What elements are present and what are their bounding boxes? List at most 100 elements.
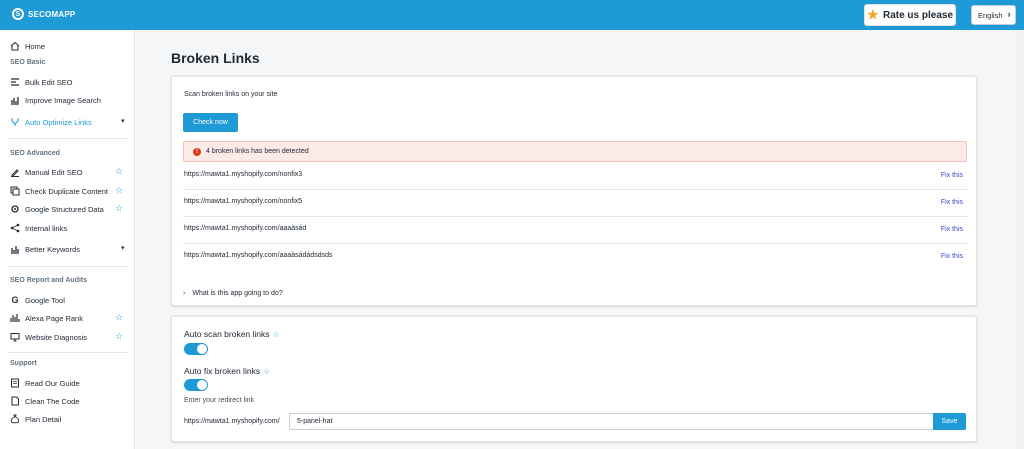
sidebar-item-label: Internal links (25, 223, 68, 233)
language-select[interactable]: English ⬍ (971, 5, 1016, 25)
brand: S SECOMAPP (12, 8, 75, 20)
sidebar-item-read-our-guide[interactable]: Read Our Guide (10, 376, 128, 390)
chevron-down-icon: ▾ (121, 245, 125, 252)
document-icon (10, 396, 20, 406)
scan-description: Scan broken links on your site (184, 91, 278, 98)
sidebar-section-title: SEO Report and Audits (10, 277, 88, 284)
select-caret-icon: ⬍ (1006, 12, 1012, 19)
language-value: English (978, 10, 1003, 20)
redirect-input[interactable]: 5-panel-hat (289, 413, 935, 430)
broken-link-url: https://mawta1.myshopify.com/nonfix3 (184, 171, 303, 178)
sidebar-section-title: SEO Advanced (10, 150, 60, 157)
auto-scan-label-row: Auto scan broken links ☆ (184, 329, 280, 339)
list-item: https://mawta1.myshopify.com/aaaàsádádsd… (183, 244, 967, 271)
fix-this-link[interactable]: Fix this (941, 226, 963, 233)
page-title: Broken Links (171, 50, 260, 66)
alert-text: 4 broken links has been detected (206, 148, 309, 155)
star-outline-icon[interactable]: ☆ (115, 203, 123, 213)
auto-fix-toggle[interactable] (184, 379, 208, 391)
sidebar-item-label: Website Diagnosis (25, 332, 87, 342)
sidebar-item-check-duplicate-content[interactable]: Check Duplicate Content ☆ (10, 184, 128, 198)
check-now-button[interactable]: Check now (183, 113, 238, 132)
sidebar-item-label: Alexa Page Rank (25, 313, 83, 323)
sidebar: Home SEO Basic Bulk Edit SEO Improve Ima… (0, 30, 135, 449)
sidebar-item-label: Better Keywords (25, 244, 81, 254)
sidebar-item-better-keywords[interactable]: Better Keywords ▾ (10, 242, 128, 256)
star-outline-icon: ☆ (263, 366, 271, 376)
toggle-knob (197, 380, 207, 390)
auto-scan-toggle[interactable] (184, 343, 208, 355)
sidebar-item-label: Auto Optimize Links (25, 117, 92, 127)
star-outline-icon[interactable]: ☆ (115, 166, 123, 176)
chevron-right-icon: › (183, 290, 186, 297)
gear-icon (10, 204, 20, 214)
sidebar-item-manual-edit-seo[interactable]: Manual Edit SEO ☆ (10, 165, 128, 179)
broken-link-url: https://mawta1.myshopify.com/aaaàsádádsd… (184, 252, 333, 259)
list-item: https://mawta1.myshopify.com/nonfix5 Fix… (183, 190, 967, 217)
rate-us-label: Rate us please (882, 9, 954, 21)
rank-icon (10, 313, 20, 323)
sidebar-item-alexa-page-rank[interactable]: Alexa Page Rank ☆ (10, 311, 128, 325)
sidebar-item-auto-optimize-links[interactable]: Auto Optimize Links ▾ (10, 115, 128, 129)
sidebar-item-plan-detail[interactable]: Plan Detail (10, 412, 128, 426)
brand-name: SECOMAPP (28, 9, 76, 19)
auto-fix-label-row: Auto fix broken links ☆ (184, 366, 270, 376)
pencil-icon (10, 167, 20, 177)
sidebar-item-clean-the-code[interactable]: Clean The Code (10, 394, 128, 408)
sidebar-item-improve-image-search[interactable]: Improve Image Search (10, 93, 128, 107)
sidebar-divider (8, 138, 128, 139)
list-item: https://mawta1.myshopify.com/nonfix3 Fix… (183, 163, 967, 190)
sidebar-item-label: Read Our Guide (25, 378, 80, 388)
chevron-down-icon: ▾ (121, 118, 125, 125)
redirect-prefix: https://mawta1.myshopify.com/ (184, 418, 280, 425)
top-bar: S SECOMAPP ★ Rate us please English ⬍ (0, 0, 1024, 30)
sidebar-item-internal-links[interactable]: Internal links (10, 221, 128, 235)
sidebar-item-label: Manual Edit SEO (25, 167, 83, 177)
fix-this-link[interactable]: Fix this (941, 172, 963, 179)
sidebar-item-label: Plan Detail (25, 414, 62, 424)
sidebar-item-label: Check Duplicate Content (25, 186, 108, 196)
fix-this-link[interactable]: Fix this (941, 253, 963, 260)
sidebar-item-website-diagnosis[interactable]: Website Diagnosis ☆ (10, 330, 128, 344)
auto-scan-label: Auto scan broken links (184, 329, 270, 339)
star-outline-icon: ☆ (272, 329, 280, 339)
guide-icon (10, 378, 20, 388)
settings-card: Auto scan broken links ☆ Auto fix broken… (171, 316, 977, 442)
sidebar-item-google-tool[interactable]: G Google Tool (10, 293, 128, 307)
brand-logo-icon: S (12, 8, 24, 20)
link-fork-icon (10, 117, 20, 127)
sidebar-item-label: Improve Image Search (25, 95, 101, 105)
sidebar-item-label: Google Tool (25, 295, 65, 305)
sidebar-item-label: Bulk Edit SEO (25, 77, 73, 87)
star-outline-icon[interactable]: ☆ (115, 331, 123, 341)
sidebar-item-home[interactable]: Home (10, 39, 128, 53)
broken-link-url: https://mawta1.myshopify.com/aaaàsád (184, 225, 307, 232)
image-chart-icon (10, 95, 20, 105)
google-icon: G (11, 295, 19, 305)
rate-us-button[interactable]: ★ Rate us please (864, 4, 956, 26)
fix-this-link[interactable]: Fix this (941, 199, 963, 206)
star-outline-icon[interactable]: ☆ (115, 185, 123, 195)
home-icon (10, 41, 20, 51)
scan-card: Scan broken links on your site Check now… (171, 76, 977, 306)
sidebar-divider (8, 266, 128, 267)
faq-label: What is this app going to do? (192, 290, 283, 297)
share-icon (10, 223, 20, 233)
sidebar-item-label: Home (25, 41, 46, 51)
sidebar-item-label: Clean The Code (25, 396, 80, 406)
monitor-icon (10, 332, 20, 342)
auto-fix-label: Auto fix broken links (184, 366, 261, 376)
redirect-label: Enter your redirect link (184, 397, 255, 404)
sidebar-section-title: Support (10, 360, 37, 367)
faq-toggle[interactable]: › What is this app going to do? (183, 290, 283, 297)
sidebar-item-google-structured-data[interactable]: Google Structured Data ☆ (10, 202, 128, 216)
error-icon: ! (193, 147, 201, 156)
star-outline-icon[interactable]: ☆ (115, 312, 123, 322)
sidebar-divider (8, 352, 128, 353)
sidebar-section-title: SEO Basic (10, 59, 46, 66)
list-item: https://mawta1.myshopify.com/aaaàsád Fix… (183, 217, 967, 244)
save-button[interactable]: Save (933, 413, 966, 430)
sidebar-item-bulk-edit-seo[interactable]: Bulk Edit SEO (10, 75, 128, 89)
sidebar-item-label: Google Structured Data (25, 204, 104, 214)
page-scrollbar[interactable] (1016, 30, 1024, 449)
